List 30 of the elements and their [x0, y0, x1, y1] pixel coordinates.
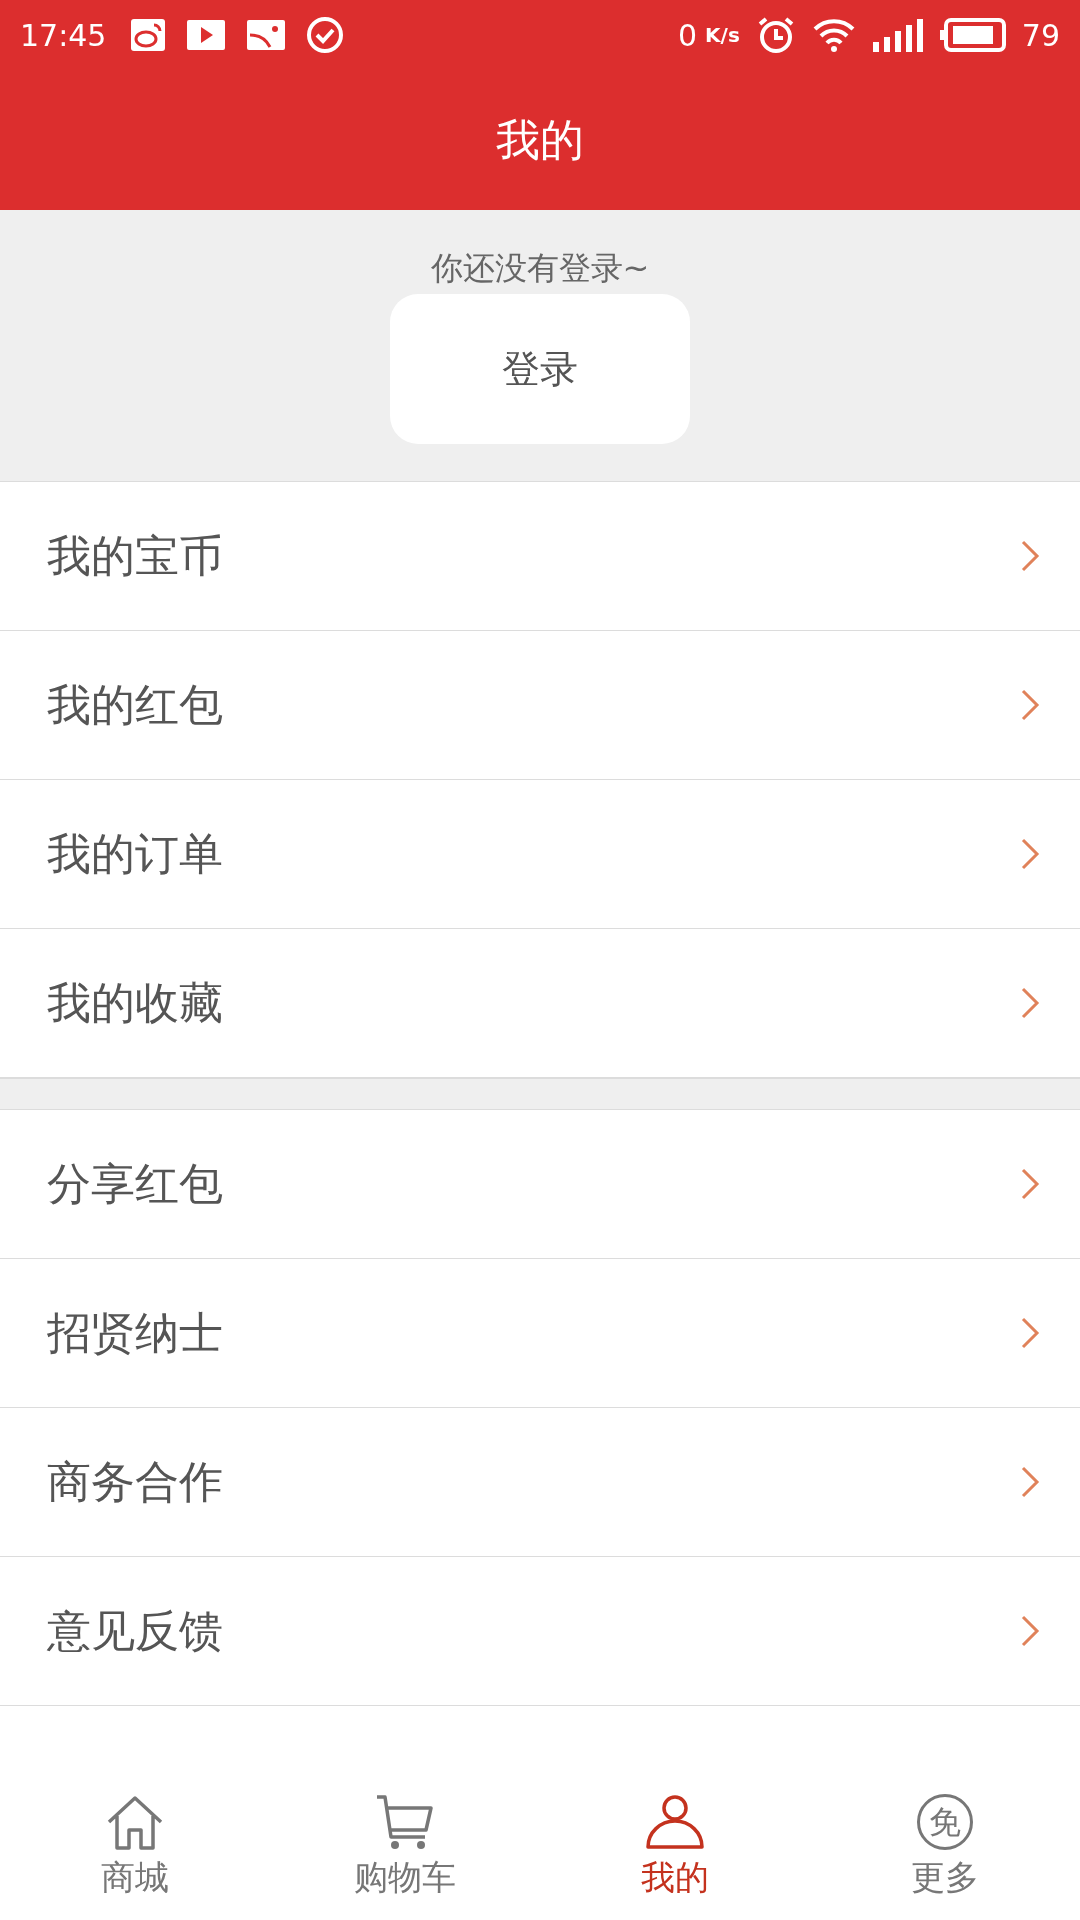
net-unit: K/s	[705, 22, 740, 49]
chevron-right-icon	[1020, 986, 1040, 1020]
check-circle-icon	[306, 16, 345, 54]
nav-tab[interactable]: 商城	[0, 1768, 270, 1920]
chevron-right-icon	[1020, 1167, 1040, 1201]
nav-tab[interactable]: 购物车	[270, 1768, 540, 1920]
signal-icon	[871, 18, 924, 52]
chevron-right-icon	[1020, 539, 1040, 573]
status-time: 17:45	[20, 16, 107, 55]
nav-tab[interactable]: 免 更多	[810, 1768, 1080, 1920]
cart-icon	[375, 1794, 435, 1850]
image-icon	[246, 19, 287, 51]
page-title: 我的	[496, 113, 584, 167]
chevron-right-icon	[1020, 688, 1040, 722]
login-button[interactable]: 登录	[390, 294, 690, 444]
chevron-right-icon	[1020, 1316, 1040, 1350]
login-prompt: 你还没有登录~	[430, 252, 650, 284]
battery-icon	[939, 18, 1006, 52]
chevron-right-icon	[1020, 1614, 1040, 1648]
home-icon	[105, 1794, 165, 1850]
person-icon	[645, 1794, 705, 1850]
nav-tab[interactable]: 我的	[540, 1768, 810, 1920]
wifi-icon	[811, 17, 856, 53]
battery-level: 79	[1021, 16, 1060, 55]
chevron-right-icon	[1020, 1465, 1040, 1499]
net-speed: 0	[678, 16, 698, 55]
badge-icon: 免	[917, 1794, 973, 1850]
play-icon	[186, 19, 227, 51]
weibo-icon	[130, 18, 167, 52]
chevron-right-icon	[1020, 837, 1040, 871]
